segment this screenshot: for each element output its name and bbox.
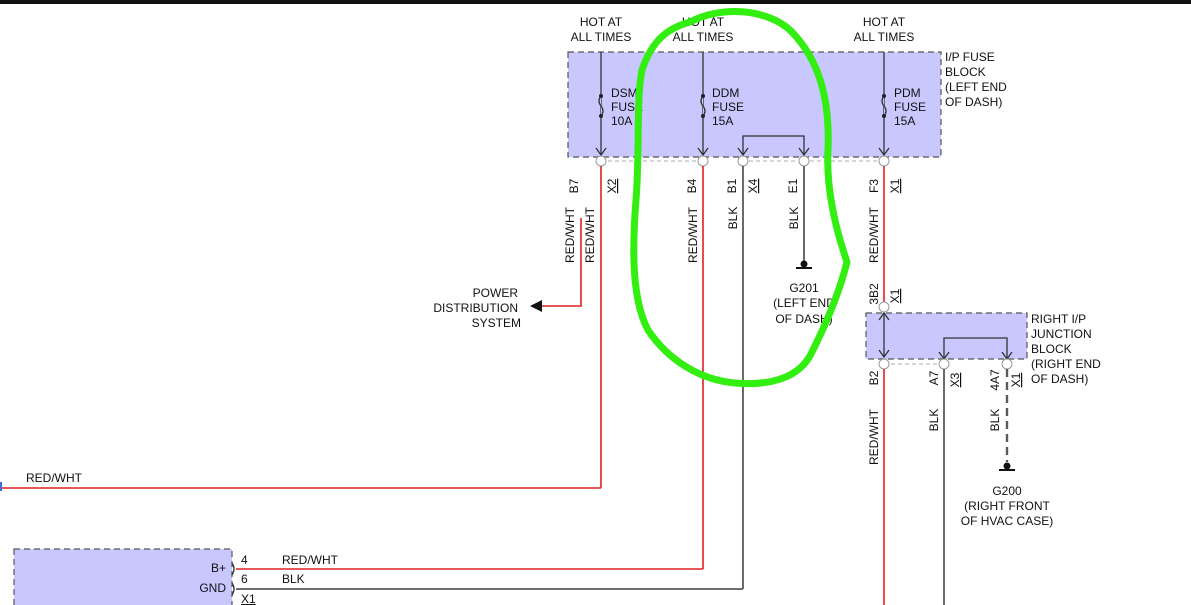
- wire-label-redwht-1: RED/WHT: [563, 206, 577, 263]
- right-ip-junction-block: RIGHT I/P JUNCTION BLOCK (RIGHT END OF D…: [865, 301, 1101, 386]
- svg-text:G200: G200: [992, 484, 1022, 498]
- pin-b4: B4: [685, 178, 699, 193]
- svg-text:(RIGHT END: (RIGHT END: [1031, 357, 1101, 371]
- svg-text:OF DASH): OF DASH): [1031, 372, 1088, 386]
- pin-b1: B1: [725, 178, 739, 193]
- connector-x4: X4: [746, 178, 760, 193]
- fuse-ddm-type: FUSE: [712, 100, 744, 114]
- ip-fuse-block-label-2: BLOCK: [945, 65, 986, 79]
- svg-text:SYSTEM: SYSTEM: [472, 316, 521, 330]
- fuse-ddm-rating: 15A: [712, 114, 733, 128]
- svg-text:(LEFT END: (LEFT END: [773, 296, 835, 310]
- module-pin-gnd: GND: [199, 581, 226, 595]
- module-wire-redwht: RED/WHT: [282, 553, 339, 567]
- fuse-pdm-type: FUSE: [894, 100, 926, 114]
- wire-label-blk-b1: BLK: [726, 207, 740, 230]
- hot-label-dsm: HOT AT ALL TIMES: [571, 15, 632, 44]
- fuse-pdm-name: PDM: [894, 86, 921, 100]
- module-pin-4: 4: [241, 553, 248, 567]
- module-pin-bplus: B+: [211, 561, 226, 575]
- wire-label-blk-e1: BLK: [787, 207, 801, 230]
- ip-fuse-block-label-1: I/P FUSE: [945, 50, 995, 64]
- connector-x1-jb: X1: [1009, 372, 1023, 387]
- module-pin-6: 6: [241, 572, 248, 586]
- pin-f3: F3: [867, 179, 881, 193]
- power-distribution-label: POWER DISTRIBUTION SYSTEM: [433, 286, 521, 330]
- svg-text:DISTRIBUTION: DISTRIBUTION: [433, 301, 518, 315]
- hot-label-pdm: HOT AT ALL TIMES: [854, 15, 915, 44]
- connector-x1-top: X1: [888, 178, 902, 193]
- ip-fuse-block-label-3: (LEFT END: [945, 80, 1007, 94]
- svg-text:POWER: POWER: [473, 286, 519, 300]
- wire-label-b2: RED/WHT: [867, 408, 881, 465]
- top-border: [0, 0, 1191, 4]
- connector-x3: X3: [948, 372, 962, 387]
- pin-b7: B7: [567, 178, 581, 193]
- left-edge-marker: [0, 482, 2, 491]
- wire-label-redwht-left: RED/WHT: [26, 471, 83, 485]
- svg-text:ALL TIMES: ALL TIMES: [854, 30, 915, 44]
- wire-label-ddm: RED/WHT: [686, 206, 700, 263]
- svg-text:BLOCK: BLOCK: [1031, 342, 1072, 356]
- svg-text:ALL TIMES: ALL TIMES: [673, 30, 734, 44]
- ground-g200: G200 (RIGHT FRONT OF HVAC CASE): [961, 484, 1053, 528]
- fuse-dsm-rating: 10A: [611, 114, 632, 128]
- pin-4a7: 4A7: [988, 369, 1002, 391]
- svg-text:HOT AT: HOT AT: [863, 15, 906, 29]
- wire-label-pdm: RED/WHT: [867, 206, 881, 263]
- pin-b2: B2: [867, 370, 881, 385]
- svg-text:JUNCTION: JUNCTION: [1031, 327, 1092, 341]
- fuse-pdm-rating: 15A: [894, 114, 915, 128]
- wiring-diagram: I/P FUSE BLOCK (LEFT END OF DASH) HOT AT…: [0, 0, 1191, 605]
- svg-text:OF HVAC CASE): OF HVAC CASE): [961, 514, 1053, 528]
- module-box: B+ GND 4 6 X1 RED/WHT BLK: [13, 548, 339, 605]
- wire-label-4a7: BLK: [988, 409, 1002, 432]
- ip-fuse-block-label-4: OF DASH): [945, 95, 1002, 109]
- pin-e1: E1: [786, 178, 800, 193]
- connector-x1-jb-top: X1: [888, 288, 902, 303]
- fuse-dsm-name: DSM: [611, 86, 638, 100]
- svg-text:RIGHT I/P: RIGHT I/P: [1031, 312, 1086, 326]
- wire-label-a7: BLK: [927, 409, 941, 432]
- module-connector-x1: X1: [241, 592, 256, 605]
- svg-text:(RIGHT FRONT: (RIGHT FRONT: [964, 499, 1050, 513]
- wire-b1-gnd: [236, 166, 744, 590]
- svg-text:ALL TIMES: ALL TIMES: [571, 30, 632, 44]
- connector-x2: X2: [605, 178, 619, 193]
- module-wire-blk: BLK: [282, 572, 305, 586]
- pin-3b2: 3B2: [867, 283, 881, 305]
- svg-text:HOT AT: HOT AT: [580, 15, 623, 29]
- fuse-ddm-name: DDM: [712, 86, 739, 100]
- svg-text:G201: G201: [789, 281, 819, 295]
- pin-a7: A7: [927, 370, 941, 385]
- wire-label-redwht-2: RED/WHT: [583, 206, 597, 263]
